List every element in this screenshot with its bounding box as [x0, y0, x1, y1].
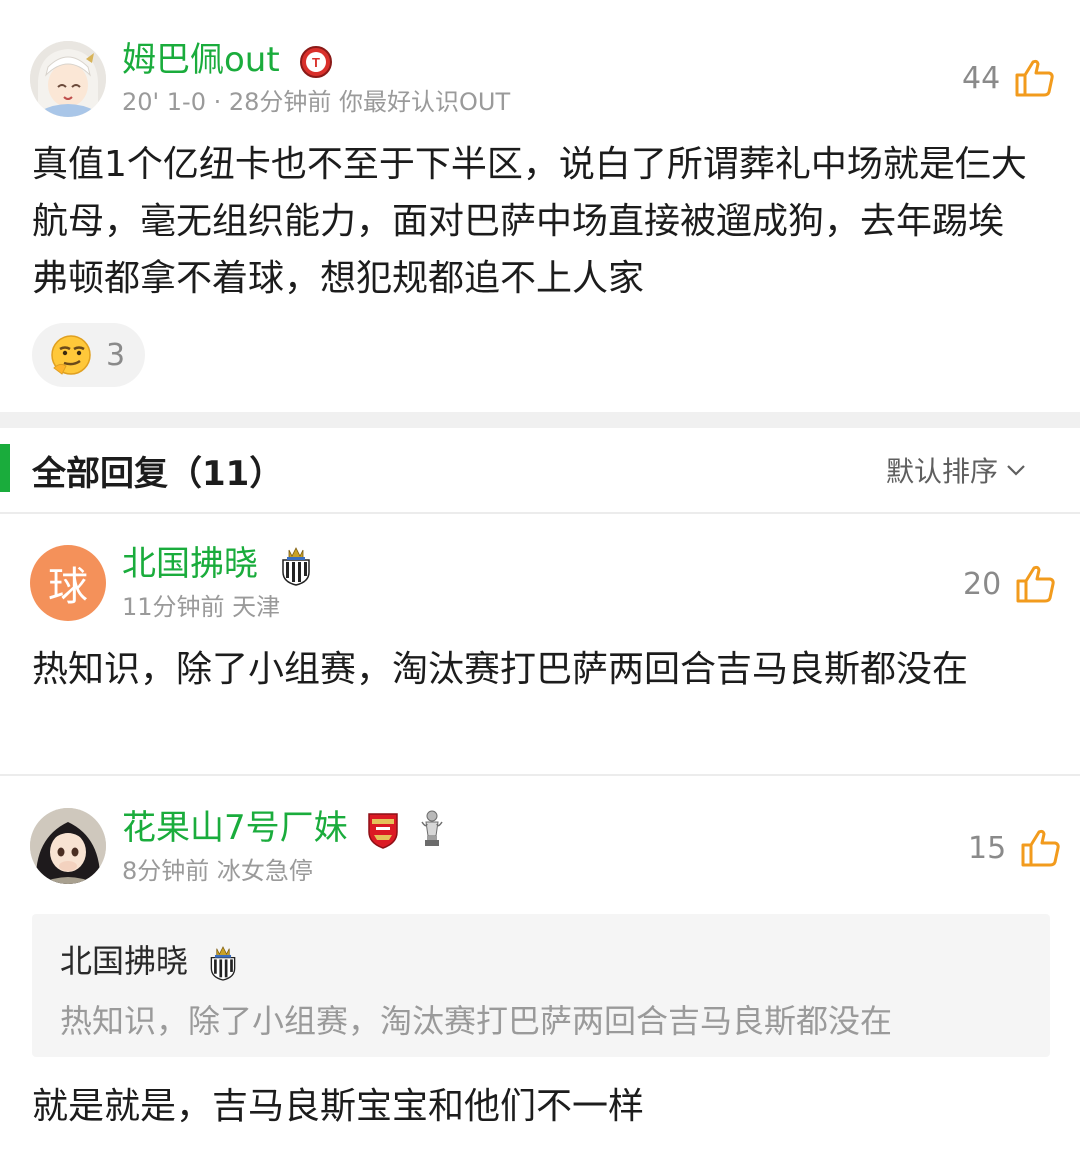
- quoted-username: 北国拂晓: [60, 936, 240, 982]
- comment-meta: 20' 1-0 · 28分钟前 你最好认识OUT: [122, 88, 511, 116]
- newcastle-badge-icon: [282, 546, 310, 586]
- like-button[interactable]: 20: [963, 564, 1057, 604]
- trophy-icon: [421, 810, 443, 846]
- avatar[interactable]: [30, 808, 106, 884]
- arsenal-badge-icon: [368, 812, 399, 849]
- username-text[interactable]: 花果山7号厂妹: [122, 808, 348, 848]
- anime-avatar-icon: [30, 808, 106, 884]
- thumbs-up-icon: [1016, 565, 1055, 603]
- reply-item: 球 北国拂晓 11分钟前 天津 20 热知识，除了小组赛，淘汰赛打巴萨两回合吉马…: [0, 514, 1080, 774]
- avatar[interactable]: [30, 41, 106, 117]
- chevron-down-icon: [1007, 465, 1025, 476]
- username[interactable]: 姆巴佩out T: [122, 40, 333, 80]
- like-count: 20: [963, 566, 1002, 602]
- sort-label: 默认排序: [885, 455, 998, 488]
- comment-body: 真值1个亿纽卡也不至于下半区，说白了所谓葬礼中场就是仨大航母，毫无组织能力，面对…: [32, 144, 1027, 299]
- anime-avatar-icon: [30, 41, 106, 117]
- section-accent-bar: [0, 444, 10, 492]
- like-count: 15: [968, 830, 1007, 866]
- thumbs-up-icon: [1015, 59, 1054, 97]
- replies-header: 全部回复（11） 默认排序: [0, 440, 1080, 496]
- thumbs-up-icon: [1021, 829, 1060, 867]
- reaction-chip[interactable]: 3: [32, 323, 145, 387]
- team-badge-icon: T: [299, 45, 332, 78]
- svg-text:T: T: [312, 55, 320, 70]
- username[interactable]: 北国拂晓: [122, 544, 315, 586]
- like-count: 44: [962, 60, 1001, 96]
- section-divider: [0, 412, 1080, 428]
- comment-meta: 11分钟前 天津: [122, 593, 281, 621]
- quoted-text: 热知识，除了小组赛，淘汰赛打巴萨两回合吉马良斯都没在: [60, 1002, 893, 1040]
- reaction-count: 3: [106, 337, 126, 373]
- username-text[interactable]: 姆巴佩out: [122, 40, 280, 80]
- comment-body: 就是就是，吉马良斯宝宝和他们不一样: [32, 1086, 645, 1127]
- like-button[interactable]: 44: [962, 58, 1056, 98]
- replies-title: 全部回复（11）: [32, 454, 284, 494]
- username[interactable]: 花果山7号厂妹: [122, 808, 445, 850]
- newcastle-badge-icon: [210, 946, 236, 981]
- comment-meta: 8分钟前 冰女急停: [122, 857, 313, 885]
- quoted-username-text: 北国拂晓: [60, 942, 189, 980]
- quoted-reply[interactable]: 北国拂晓 热知识，除了小组赛，淘汰赛打巴萨两回合吉马良斯都没在: [32, 914, 1050, 1057]
- avatar-letter: 球: [48, 564, 88, 610]
- sort-dropdown[interactable]: 默认排序: [886, 450, 1028, 490]
- username-text[interactable]: 北国拂晓: [122, 544, 258, 584]
- avatar[interactable]: 球: [30, 545, 106, 621]
- like-button[interactable]: 15: [968, 828, 1062, 868]
- comment-body: 热知识，除了小组赛，淘汰赛打巴萨两回合吉马良斯都没在: [32, 649, 969, 690]
- main-comment: 姆巴佩out T 20' 1-0 · 28分钟前 你最好认识OUT 44 真值1…: [0, 0, 1080, 412]
- smirk-emoji-icon: [51, 335, 91, 375]
